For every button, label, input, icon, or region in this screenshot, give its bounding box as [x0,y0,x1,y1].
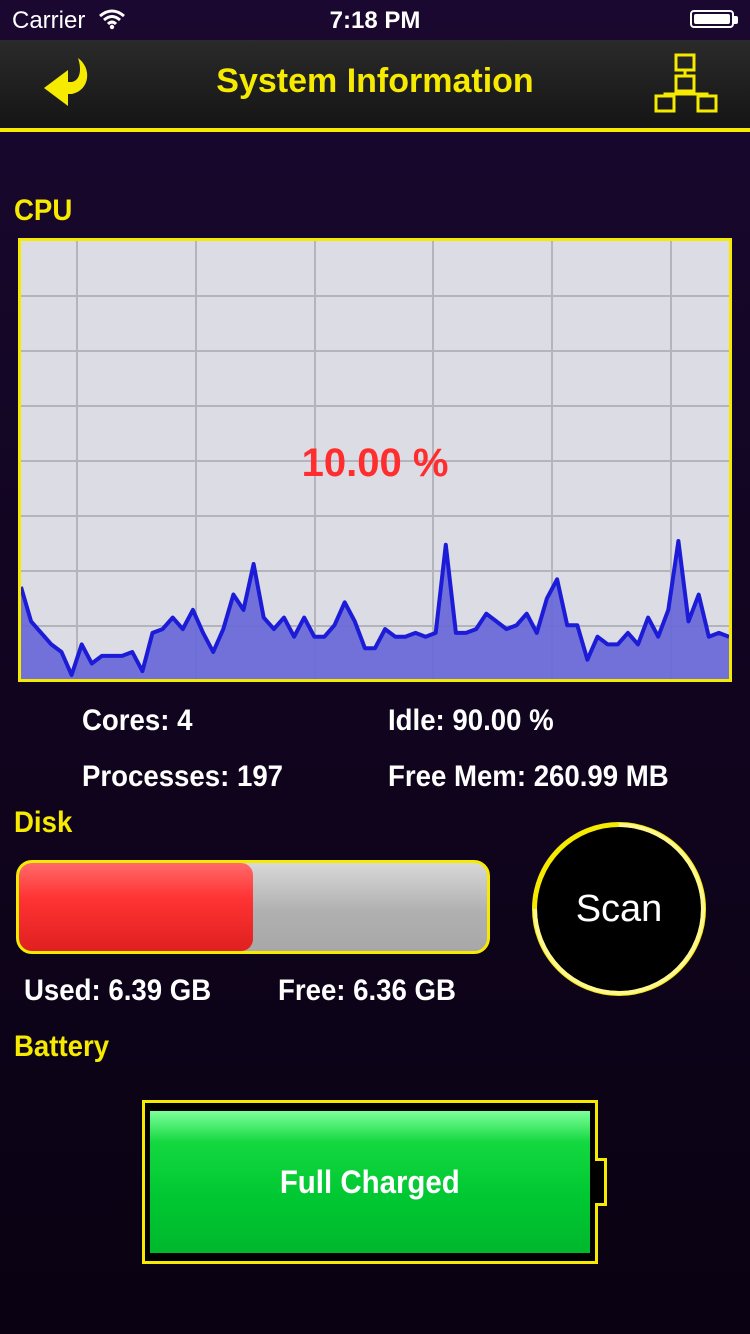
battery-indicator: Full Charged [142,1100,598,1264]
cpu-section-label: CPU [14,194,73,227]
cpu-processes: Processes: 197 [82,760,284,793]
network-hierarchy-icon[interactable] [652,52,720,116]
page-title: System Information [216,62,534,100]
disk-free-label: Free: 6.36 GB [278,974,456,1007]
cpu-chart: 10.00 % [18,238,732,682]
disk-section-label: Disk [14,806,73,839]
free-memory: Free Mem: 260.99 MB [388,760,669,793]
cpu-usage-percent: 10.00 % [301,441,449,485]
battery-section-label: Battery [14,1030,110,1063]
cpu-usage-area [21,541,729,679]
disk-used-label: Used: 6.39 GB [24,974,212,1007]
scan-button[interactable]: Scan [532,822,706,996]
battery-level-fill: Full Charged [150,1111,590,1253]
battery-status-label: Full Charged [280,1163,460,1200]
nav-bar: System Information [0,40,750,132]
status-battery-icon [690,10,738,28]
battery-tip [595,1158,607,1206]
disk-used-fill [19,863,254,951]
status-time: 7:18 PM [329,7,421,34]
disk-usage-bar [16,860,490,954]
cpu-idle: Idle: 90.00 % [388,704,554,737]
scan-progress-ring [533,823,705,995]
status-bar: Carrier 7:18 PM [0,0,750,40]
cpu-cores: Cores: 4 [82,704,193,737]
